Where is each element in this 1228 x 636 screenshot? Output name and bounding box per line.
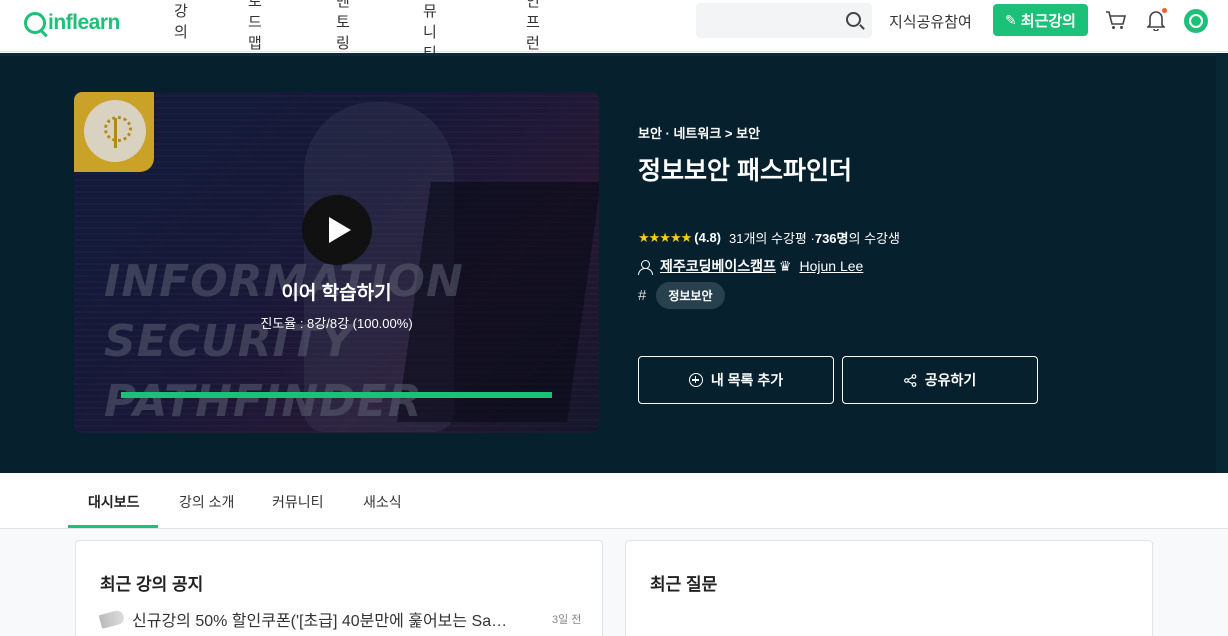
badge-circle: [84, 100, 146, 162]
recent-course-button[interactable]: ✎ 최근강의: [993, 4, 1088, 36]
category-breadcrumb[interactable]: 보안 · 네트워크 > 보안: [638, 123, 760, 142]
add-to-list-button[interactable]: 내 목록 추가: [638, 356, 834, 404]
play-icon: [329, 217, 351, 243]
notice-item[interactable]: 신규강의 50% 할인쿠폰('[초급] 40분만에 훑어보는 Sa… 3일 전: [98, 607, 586, 631]
instructor-link-primary[interactable]: 제주코딩베이스캠프: [660, 256, 776, 276]
nav-mentoring[interactable]: 멘토링: [336, 0, 350, 53]
nav-courses[interactable]: 강의: [174, 0, 188, 42]
rating-row: ★★★★★ (4.8) 31개의 수강평 · 736명 의 수강생: [638, 228, 900, 247]
progress-fill: [121, 392, 552, 398]
tab-course-intro[interactable]: 강의 소개: [179, 492, 234, 512]
tab-news[interactable]: 새소식: [363, 492, 402, 512]
student-suffix: 의 수강생: [848, 231, 900, 246]
course-tabs: 대시보드 강의 소개 커뮤니티 새소식: [0, 473, 1228, 529]
notification-dot: [1162, 8, 1167, 13]
user-avatar[interactable]: [1184, 9, 1208, 33]
plus-circle-icon: [688, 373, 703, 387]
share-knowledge-link[interactable]: 지식공유참여: [889, 11, 972, 32]
rating-score: (4.8): [694, 230, 722, 245]
tab-community[interactable]: 커뮤니티: [272, 492, 324, 512]
tree-icon: [102, 114, 132, 148]
pencil-icon: ✎: [1005, 11, 1017, 28]
inflearn-logo[interactable]: inflearn: [24, 11, 120, 35]
page-scrollbar[interactable]: [1216, 53, 1228, 473]
avatar-icon: [1189, 14, 1203, 28]
progress-bar: [121, 392, 552, 398]
topic-tag[interactable]: 정보보안: [656, 282, 725, 309]
share-icon: [903, 373, 917, 387]
star-rating-icon: ★★★★★: [638, 229, 692, 245]
course-hero: INFORMATION SECURITY PATHFINDER 이어 학습하기 …: [0, 53, 1228, 473]
search-icon[interactable]: [846, 12, 861, 27]
course-title: 정보보안 패스파인더: [638, 157, 852, 185]
share-label: 공유하기: [924, 372, 977, 388]
crown-icon: ♛: [778, 257, 792, 274]
progress-text: 진도율 : 8강/8강 (100.00%): [260, 316, 413, 331]
recent-notice-card: 최근 강의 공지 신규강의 50% 할인쿠폰('[초급] 40분만에 훑어보는 …: [75, 540, 603, 636]
notice-item-time: 3일 전: [552, 614, 582, 626]
top-header: inflearn 강의 로드맵 멘토링 커뮤니티 인프런 지식공유참여 ✎ 최근…: [0, 0, 1228, 62]
logo-icon: [24, 12, 46, 34]
nav-roadmap[interactable]: 로드맵: [248, 0, 262, 53]
tab-dashboard[interactable]: 대시보드: [88, 492, 140, 512]
student-count: 736명: [814, 231, 849, 246]
instructor-row: 제주코딩베이스캠프 ♛ Hojun Lee: [638, 256, 863, 276]
resume-learning-label[interactable]: 이어 학습하기: [74, 278, 599, 305]
hashtag-icon: #: [638, 287, 647, 304]
course-badge: [74, 92, 154, 172]
add-to-list-label: 내 목록 추가: [710, 372, 784, 388]
course-thumbnail[interactable]: INFORMATION SECURITY PATHFINDER 이어 학습하기 …: [74, 92, 599, 433]
notice-item-text: 신규강의 50% 할인쿠폰('[초급] 40분만에 훑어보는 Sa…: [132, 613, 508, 630]
instructor-link-secondary[interactable]: Hojun Lee: [799, 258, 863, 274]
active-tab-indicator: [68, 525, 158, 528]
logo-text: inflearn: [48, 11, 120, 34]
user-icon: [638, 259, 653, 275]
recent-questions-card: 최근 질문: [625, 540, 1153, 636]
play-button[interactable]: [302, 195, 372, 265]
share-button[interactable]: 공유하기: [842, 356, 1038, 404]
search-bar: [696, 3, 872, 38]
cart-icon[interactable]: [1105, 10, 1127, 30]
questions-card-title: 최근 질문: [650, 575, 718, 594]
search-input[interactable]: [696, 3, 836, 38]
nav-infron[interactable]: 인프런: [526, 0, 540, 53]
review-count[interactable]: 31개의 수강평 ·: [729, 228, 815, 247]
megaphone-icon: [98, 609, 126, 629]
tag-row: # 정보보안: [638, 282, 725, 309]
recent-course-label: 최근강의: [1020, 12, 1076, 30]
notice-card-title: 최근 강의 공지: [100, 575, 204, 594]
